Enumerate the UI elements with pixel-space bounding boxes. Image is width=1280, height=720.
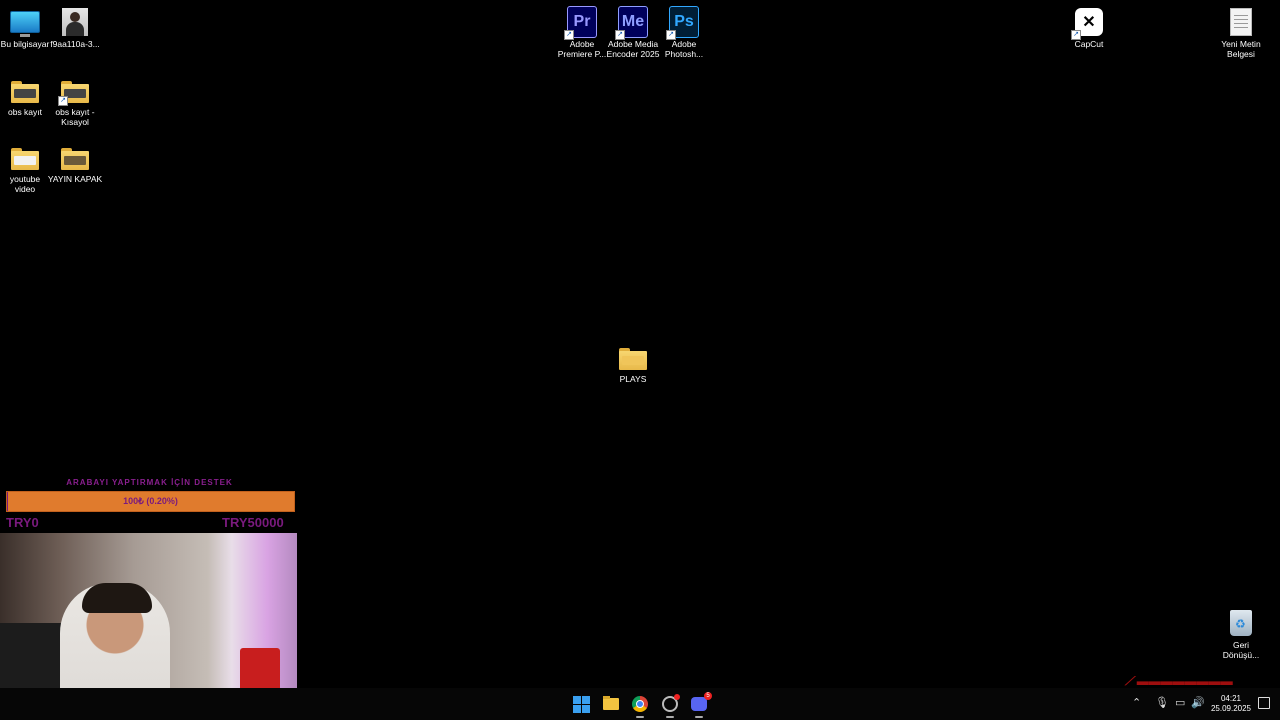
desktop-icon-label: Adobe Photosh... (664, 39, 704, 59)
desktop-icon-yayin-folder[interactable]: YAYIN KAPAK (43, 137, 107, 184)
capcut-icon: ✕ ↗ (1071, 7, 1104, 40)
streamer-hair (82, 583, 152, 613)
recycle-bin-icon: ♻ (1226, 608, 1256, 638)
image-thumbnail-icon (60, 7, 90, 37)
desktop-icon-obs-shortcut[interactable]: ↗ obs kayıt - Kısayol (43, 70, 107, 127)
clock[interactable]: 04:21 25.09.2025 (1211, 694, 1251, 714)
folder-icon (10, 75, 40, 105)
microphone-icon[interactable]: 🎙 (1155, 696, 1169, 709)
desktop-icon-label: Geri Dönüşü... (1222, 640, 1260, 660)
folder-icon (60, 142, 90, 172)
obs-button[interactable] (658, 692, 682, 718)
photoshop-icon: Ps ↗ (666, 6, 699, 40)
goal-min-label: TRY0 (6, 515, 39, 530)
folder-icon (603, 696, 619, 710)
obs-icon (662, 694, 680, 712)
discord-icon: 5 (691, 692, 712, 711)
time: 04:21 (1220, 694, 1241, 703)
discord-button[interactable]: 5 (687, 692, 712, 718)
network-icon[interactable]: ▭ (1175, 696, 1185, 709)
desktop-icon-label: Yeni Metin Belgesi (1221, 39, 1261, 59)
desktop-icon-label: PLAYS (619, 374, 647, 384)
desktop-icon-plays-folder[interactable]: PLAYS (601, 337, 665, 384)
desktop-icon-photoshop[interactable]: Ps ↗ Adobe Photosh... (652, 2, 716, 59)
volume-icon[interactable]: 🔊 (1191, 696, 1205, 709)
folder-icon (618, 342, 648, 372)
chevron-up-icon[interactable]: ⌃ (1132, 696, 1141, 709)
watermark-logo: ⟋ ▬▬▬▬▬▬▬▬ (1125, 674, 1233, 688)
file-explorer-button[interactable] (599, 692, 623, 716)
folder-icon (10, 142, 40, 172)
desktop-icon-label: CapCut (1074, 39, 1104, 49)
desktop-icon-new-text[interactable]: Yeni Metin Belgesi (1209, 2, 1273, 59)
goal-max-label: TRY50000 (222, 515, 284, 530)
notification-icon[interactable] (1258, 697, 1270, 709)
chrome-button[interactable] (628, 692, 652, 718)
date: 25.09.2025 (1210, 704, 1251, 713)
monitor-icon (10, 7, 40, 37)
desktop-icon-capcut[interactable]: ✕ ↗ CapCut (1057, 2, 1121, 49)
start-button[interactable] (569, 692, 593, 716)
progress-text: 100₺ (0.20%) (123, 496, 178, 506)
desktop-icon-label: YAYIN KAPAK (47, 174, 103, 184)
taskbar: 5 ⌃ 🎙 ▭ 🔊 04:21 25.09.2025 (0, 688, 1280, 720)
desktop-icon-recycle-bin[interactable]: ♻ Geri Dönüşü... (1209, 603, 1273, 660)
desktop-icon-label: f9aa110a-3... (50, 39, 100, 49)
text-document-icon (1226, 7, 1256, 37)
windows-logo-icon (572, 695, 590, 713)
media-encoder-icon: Me ↗ (615, 6, 648, 40)
premiere-icon: Pr ↗ (564, 6, 597, 40)
desktop-icon-label: obs kayıt - Kısayol (55, 107, 95, 127)
donation-goal-title: ARABAYI YAPTIRMAK İÇİN DESTEK (66, 478, 233, 487)
desktop-icon-image-file[interactable]: f9aa110a-3... (43, 2, 107, 49)
chrome-icon (632, 696, 648, 712)
folder-shortcut-icon: ↗ (58, 75, 90, 106)
donation-progress-bar: 100₺ (0.20%) (6, 491, 295, 512)
